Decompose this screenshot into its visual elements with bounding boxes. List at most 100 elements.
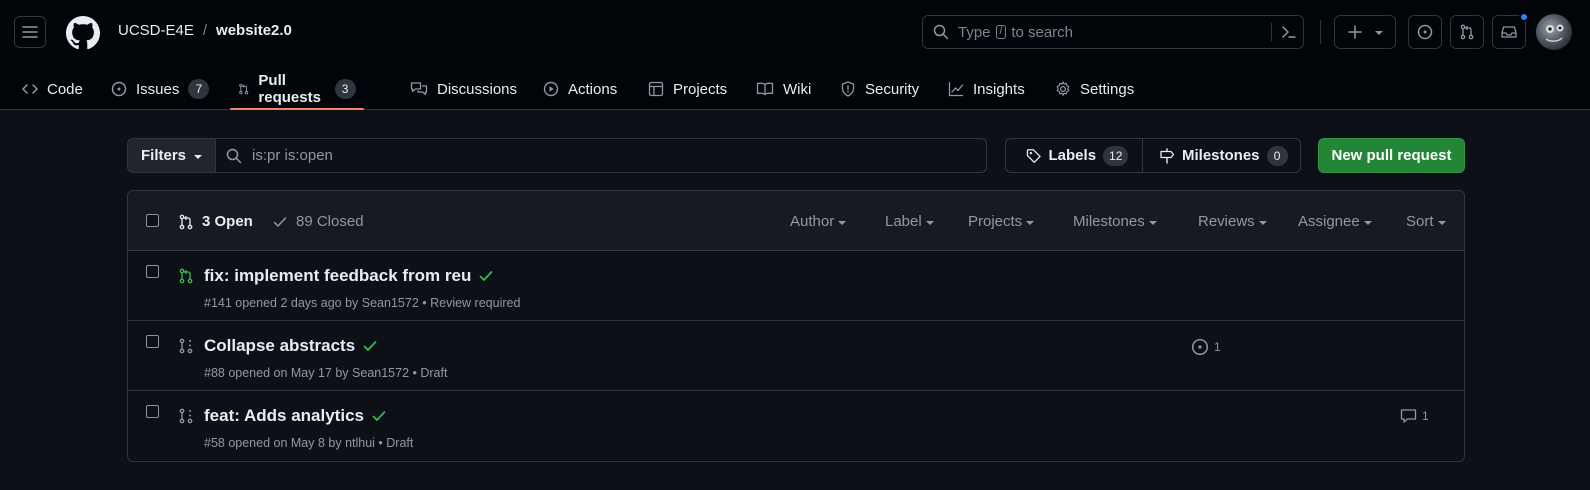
unread-notification-dot (1519, 12, 1529, 22)
linked-issues-count: 1 (1214, 340, 1221, 354)
tab-security-label: Security (865, 80, 920, 98)
hamburger-icon (22, 26, 38, 38)
tab-discussions[interactable]: Discussions (410, 68, 517, 110)
new-pull-request-button[interactable]: New pull request (1318, 138, 1465, 173)
tab-actions[interactable]: Actions (543, 68, 617, 110)
milestones-filter-label: Milestones (1073, 213, 1145, 230)
chevron-down-icon (1026, 220, 1035, 225)
git-pull-request-draft-icon (179, 338, 193, 354)
tab-projects[interactable]: Projects (648, 68, 727, 110)
pr-title-link[interactable]: feat: Adds analytics (204, 406, 387, 426)
tab-settings[interactable]: Settings (1055, 68, 1134, 110)
issue-opened-icon (111, 81, 127, 97)
search-divider (1271, 23, 1272, 41)
chevron-down-icon (838, 220, 847, 225)
check-success-icon[interactable] (371, 408, 387, 424)
list-item: feat: Adds analytics #58 opened on May 8… (128, 391, 1464, 461)
comment-icon (1400, 409, 1417, 423)
pr-title: Collapse abstracts (204, 336, 356, 355)
milestones-button[interactable]: Milestones 0 (1143, 139, 1302, 172)
tab-wiki-label: Wiki (783, 80, 812, 98)
git-pull-request-open-icon (179, 268, 193, 284)
check-icon (273, 216, 287, 227)
pull-request-list: 3 Open 89 Closed Author Label Projects M… (127, 190, 1465, 462)
label-filter-label: Label (885, 213, 922, 230)
pr-meta: #58 opened on May 8 by ntlhui • Draft (204, 436, 414, 450)
menu-button[interactable] (14, 16, 46, 48)
tab-insights-label: Insights (973, 80, 1025, 98)
breadcrumb: UCSD-E4E / website2.0 (118, 22, 292, 39)
tab-wiki[interactable]: Wiki (756, 68, 811, 110)
labels-count-badge: 12 (1103, 145, 1128, 166)
inbox-icon (1501, 26, 1517, 38)
tab-code[interactable]: Code (22, 68, 83, 110)
your-pull-requests-button[interactable] (1450, 15, 1484, 49)
labels-button[interactable]: Labels 12 (1006, 139, 1143, 172)
pr-title-link[interactable]: Collapse abstracts (204, 336, 378, 356)
list-item: Collapse abstracts #88 opened on May 17 … (128, 321, 1464, 391)
chevron-down-icon (1363, 220, 1372, 225)
check-success-icon[interactable] (362, 338, 378, 354)
filters-label: Filters (140, 147, 186, 164)
assignee-filter-label: Assignee (1298, 213, 1360, 230)
row-checkbox[interactable] (146, 265, 159, 278)
author-filter-dropdown[interactable]: Author (790, 213, 847, 230)
sort-dropdown[interactable]: Sort (1406, 213, 1446, 230)
sort-label: Sort (1406, 213, 1434, 230)
filter-search-input[interactable]: is:pr is:open (216, 139, 986, 172)
labels-label: Labels (1048, 147, 1097, 164)
tab-insights[interactable]: Insights (948, 68, 1025, 110)
notifications-button[interactable] (1492, 12, 1529, 49)
row-checkbox[interactable] (146, 405, 159, 418)
chevron-down-icon (1148, 220, 1157, 225)
chevron-down-icon (194, 154, 202, 159)
terminal-icon (1282, 26, 1296, 38)
table-icon (648, 81, 664, 97)
projects-filter-dropdown[interactable]: Projects (968, 213, 1035, 230)
tab-pull-requests[interactable]: Pull requests 3 (230, 68, 364, 110)
search-placeholder: Type / to search (958, 24, 1073, 41)
pr-meta: #141 opened 2 days ago by Sean1572 • Rev… (204, 296, 521, 310)
closed-filter-link[interactable]: 89 Closed (272, 213, 364, 230)
chevron-down-icon (1375, 31, 1383, 35)
open-filter-link[interactable]: 3 Open (178, 213, 253, 230)
chevron-down-icon (1258, 220, 1267, 225)
graph-icon (948, 81, 964, 97)
labels-milestones-group: Labels 12 Milestones 0 (1005, 138, 1301, 173)
linked-issues-link[interactable]: 1 (1191, 338, 1221, 356)
check-success-icon[interactable] (478, 268, 494, 284)
breadcrumb-separator: / (202, 22, 208, 39)
reviews-filter-dropdown[interactable]: Reviews (1198, 213, 1267, 230)
pr-title-link[interactable]: fix: implement feedback from reu (204, 266, 494, 286)
issue-opened-icon (1191, 338, 1209, 356)
pr-title: fix: implement feedback from reu (204, 266, 472, 285)
breadcrumb-repo-link[interactable]: website2.0 (216, 22, 292, 39)
command-palette-button[interactable] (1281, 24, 1297, 40)
filters-dropdown-button[interactable]: Filters (128, 139, 216, 172)
your-issues-button[interactable] (1408, 15, 1442, 49)
tab-code-label: Code (47, 80, 83, 98)
user-avatar[interactable] (1536, 14, 1572, 50)
projects-filter-label: Projects (968, 213, 1023, 230)
git-pull-request-icon (1460, 24, 1474, 40)
gear-icon (1056, 81, 1070, 96)
row-checkbox[interactable] (146, 335, 159, 348)
pr-meta: #88 opened on May 17 by Sean1572 • Draft (204, 366, 448, 380)
search-input[interactable]: Type / to search (922, 15, 1304, 49)
select-all-checkbox[interactable] (146, 214, 159, 227)
milestones-label: Milestones (1182, 147, 1260, 164)
tab-security[interactable]: Security (840, 68, 919, 110)
create-new-button[interactable] (1334, 15, 1396, 49)
milestones-filter-dropdown[interactable]: Milestones (1073, 213, 1157, 230)
breadcrumb-org-link[interactable]: UCSD-E4E (118, 22, 194, 39)
search-icon (933, 24, 949, 40)
github-logo-icon[interactable] (66, 16, 100, 50)
comments-link[interactable]: 1 (1400, 408, 1429, 424)
list-item: fix: implement feedback from reu #141 op… (128, 251, 1464, 321)
play-icon (543, 81, 559, 97)
label-filter-dropdown[interactable]: Label (885, 213, 934, 230)
tab-discussions-label: Discussions (437, 80, 518, 98)
assignee-filter-dropdown[interactable]: Assignee (1298, 213, 1372, 230)
header-divider (1320, 20, 1321, 44)
tab-issues[interactable]: Issues 7 (111, 68, 210, 110)
